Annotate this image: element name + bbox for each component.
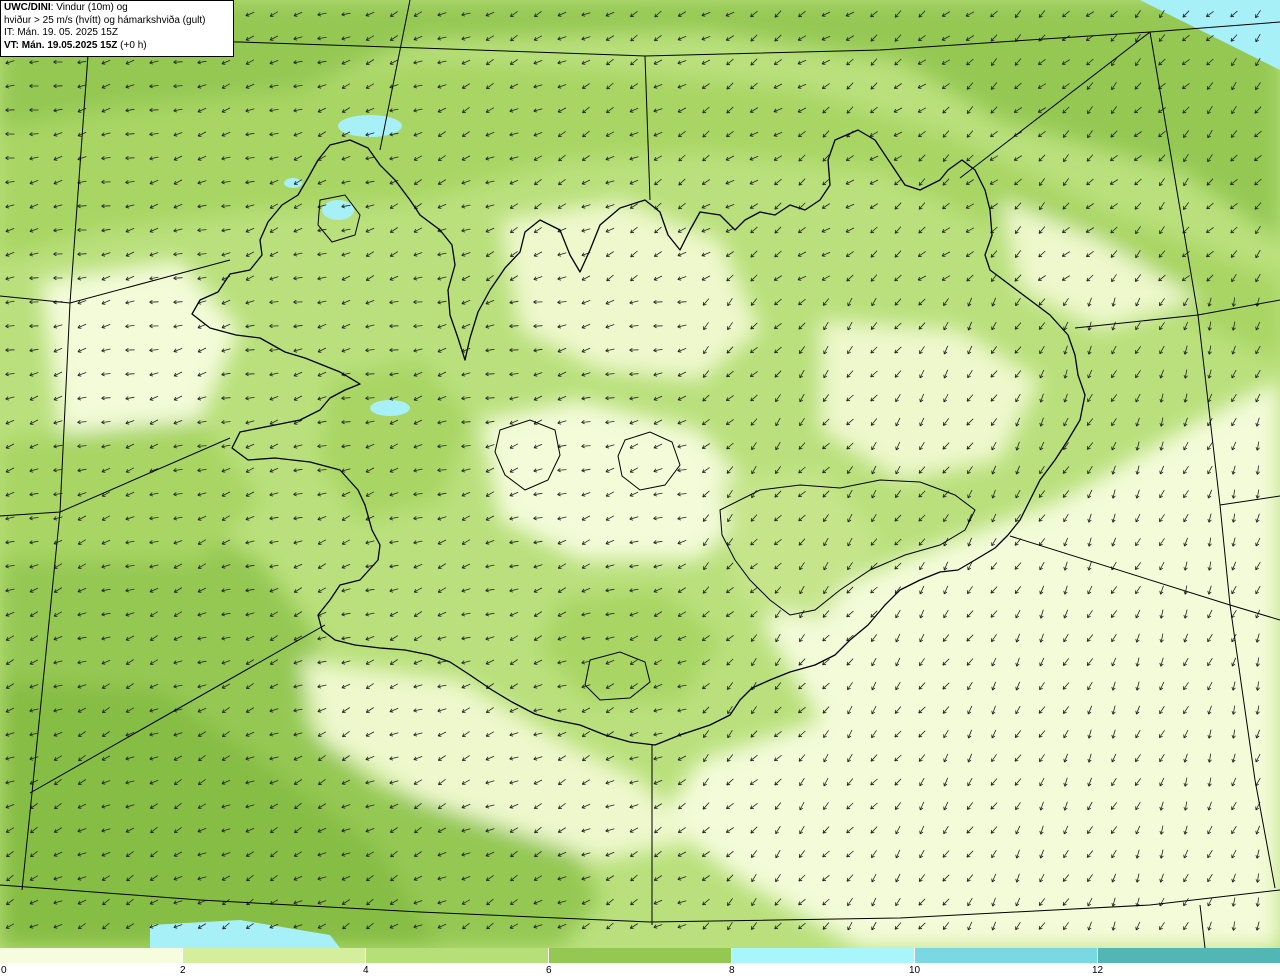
valid-time-line: VT: Mán. 19.05.2025 15Z (+0 h) [4, 40, 230, 53]
model-name: UWC/DINI [4, 2, 51, 13]
variable-name: : Vindur (10m) og [50, 2, 128, 13]
valid-time: VT: Mán. 19.05.2025 15Z [4, 39, 118, 51]
issue-time: IT: Mán. 19. 05. 2025 15Z [4, 27, 118, 38]
legend-tick-label: 10 [909, 965, 921, 976]
legend-segment [549, 948, 732, 963]
map-info-box: UWC/DINI: Vindur (10m) og hviður > 25 m/… [0, 0, 234, 57]
legend-segment [732, 948, 915, 963]
legend-segment [366, 948, 549, 963]
valid-offset: (+0 h) [117, 39, 147, 51]
legend-tick-label: 6 [546, 965, 552, 976]
lake-3 [370, 400, 410, 416]
legend-tick-label: 8 [729, 965, 735, 976]
legend-segment [0, 948, 183, 963]
legend-tick-label: 0 [1, 965, 7, 976]
legend-segment [915, 948, 1098, 963]
wind-map [0, 0, 1280, 948]
legend-segment [1098, 948, 1280, 963]
color-legend: 0 2 4 6 8 10 12 [0, 948, 1280, 978]
title-line: UWC/DINI: Vindur (10m) og [4, 2, 230, 15]
legend-segment [183, 948, 366, 963]
lake-2 [322, 200, 354, 220]
legend-tick-label: 4 [363, 965, 369, 976]
lake-4 [284, 178, 302, 188]
legend-bar [0, 948, 1280, 963]
legend-tick-label: 2 [180, 965, 186, 976]
subtitle-line: hviður > 25 m/s (hvítt) og hámarkshviða … [4, 14, 206, 26]
legend-tick-label: 12 [1092, 965, 1104, 976]
